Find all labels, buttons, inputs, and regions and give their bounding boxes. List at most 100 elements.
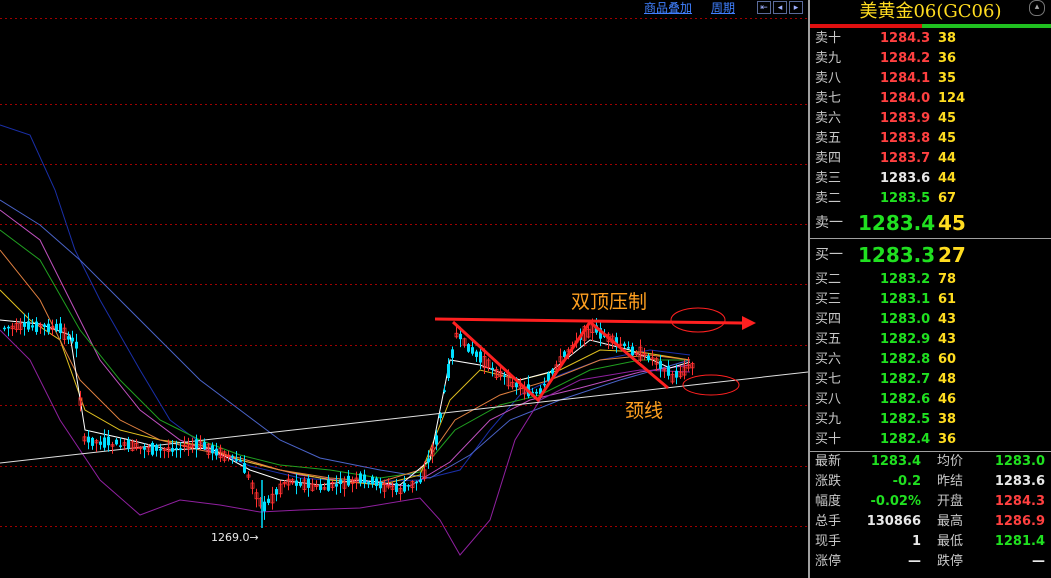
scroll-left-icon[interactable]: ◂ — [773, 1, 787, 14]
ask-row[interactable]: 卖九 1284.2 36 — [810, 49, 1051, 69]
candle-body — [447, 364, 450, 379]
close-icon[interactable]: ▴ — [1029, 0, 1045, 16]
candle-body — [443, 390, 446, 392]
stat-value: -0.2 — [892, 474, 921, 489]
bid-row[interactable]: 买六 1282.8 60 — [810, 350, 1051, 370]
ask-row[interactable]: 卖四 1283.7 44 — [810, 149, 1051, 169]
kline-chart-area[interactable]: 1269.0→ 双顶压制 颈线 商品叠加 周期 ⇤ ◂ ▸ — [0, 0, 808, 578]
ask-volume: 67 — [938, 191, 957, 206]
ask-row[interactable]: 卖八 1284.1 35 — [810, 69, 1051, 89]
ask-price: 1283.5 — [880, 191, 931, 206]
candle-body — [155, 444, 158, 451]
ask-row[interactable]: 卖三 1283.6 44 — [810, 169, 1051, 189]
annotation-double-top: 双顶压制 — [571, 291, 647, 313]
bid-row[interactable]: 买八 1282.6 46 — [810, 390, 1051, 410]
stat-label: 涨停 — [815, 554, 842, 569]
candle-body — [479, 351, 482, 363]
bid-volume: 78 — [938, 272, 957, 287]
bid-row[interactable]: 买一 1283.3 27 — [810, 242, 1051, 268]
candle-body — [427, 458, 430, 463]
bid-volume: 27 — [938, 243, 966, 267]
overlay-button[interactable]: 商品叠加 — [644, 0, 692, 16]
candle-body — [27, 321, 30, 330]
candle-body — [395, 483, 398, 493]
candle-body — [543, 383, 546, 386]
candle-body — [179, 448, 182, 451]
ask-row[interactable]: 卖五 1283.8 45 — [810, 129, 1051, 149]
candle-body — [71, 337, 74, 342]
ask-volume: 45 — [938, 111, 957, 126]
bid-volume: 36 — [938, 432, 957, 447]
candle-body — [339, 479, 342, 485]
stat-value: 1283.6 — [994, 474, 1045, 489]
candle-body — [363, 474, 366, 484]
ask-volume: 124 — [938, 91, 966, 106]
stats-row: 涨停 — 跌停 — — [810, 552, 1051, 572]
stat-value: 1284.3 — [994, 494, 1045, 509]
stat-value: -0.02% — [870, 494, 922, 509]
scroll-right-icon[interactable]: ▸ — [789, 1, 803, 14]
ask-label: 卖七 — [815, 91, 842, 106]
ask-price: 1283.4 — [858, 211, 936, 235]
candle-body — [471, 347, 474, 354]
kline-chart[interactable]: 1269.0→ 双顶压制颈线 — [0, 0, 808, 578]
candle-body — [275, 489, 278, 495]
ask-label: 卖一 — [815, 215, 843, 231]
bid-label: 买四 — [815, 312, 842, 327]
candle-body — [99, 441, 102, 445]
ask-row[interactable]: 卖六 1283.9 45 — [810, 109, 1051, 129]
buy-strength-bar — [922, 24, 1051, 28]
bid-label: 买一 — [815, 247, 843, 263]
ask-label: 卖二 — [815, 191, 842, 206]
candle-body — [647, 355, 650, 360]
ma-line-7 — [0, 319, 691, 486]
candle-body — [435, 435, 438, 445]
candle-body — [551, 369, 554, 374]
bid-volume: 60 — [938, 352, 957, 367]
candle-body — [375, 478, 378, 486]
candle-body — [3, 327, 6, 330]
candle-body — [103, 437, 106, 448]
bid-row[interactable]: 买九 1282.5 38 — [810, 410, 1051, 430]
bid-volume: 38 — [938, 412, 957, 427]
bid-row[interactable]: 买五 1282.9 43 — [810, 330, 1051, 350]
candle-body — [367, 482, 370, 485]
bid-volume: 43 — [938, 332, 957, 347]
contract-title: 美黄金06(GC06) — [859, 1, 1002, 22]
candle-body — [195, 439, 198, 449]
ask-label: 卖十 — [815, 31, 842, 46]
ask-row[interactable]: 卖十 1284.3 38 — [810, 29, 1051, 49]
period-button[interactable]: 周期 — [711, 0, 735, 16]
candle-body — [55, 323, 58, 331]
bid-label: 买三 — [815, 292, 842, 307]
bid-label: 买六 — [815, 352, 842, 367]
bid-volume: 61 — [938, 292, 957, 307]
bid-row[interactable]: 买二 1283.2 78 — [810, 270, 1051, 290]
bid-row[interactable]: 买四 1283.0 43 — [810, 310, 1051, 330]
candle-body — [159, 449, 162, 451]
ask-row[interactable]: 卖一 1283.4 45 — [810, 210, 1051, 236]
candle-body — [35, 321, 38, 332]
candle-body — [115, 439, 118, 445]
bid-row[interactable]: 买三 1283.1 61 — [810, 290, 1051, 310]
bid-row[interactable]: 买十 1282.4 36 — [810, 430, 1051, 450]
candle-body — [503, 375, 506, 377]
candle-body — [515, 382, 518, 388]
stat-label: 最低 — [937, 534, 964, 549]
stat-label: 最高 — [937, 514, 964, 529]
resistance-arrow-line — [434, 317, 743, 325]
candle-body — [143, 447, 146, 450]
ask-row[interactable]: 卖二 1283.5 67 — [810, 189, 1051, 209]
candle-body — [467, 344, 470, 352]
zoom-out-icon[interactable]: ⇤ — [757, 1, 771, 14]
ask-row[interactable]: 卖七 1284.0 124 — [810, 89, 1051, 109]
bid-row[interactable]: 买七 1282.7 48 — [810, 370, 1051, 390]
ask-price: 1283.6 — [880, 171, 931, 186]
candle-body — [171, 448, 174, 452]
ask-price: 1283.8 — [880, 131, 931, 146]
candle-body — [407, 485, 410, 487]
ask-label: 卖六 — [815, 111, 842, 126]
resistance-ellipse — [670, 307, 726, 333]
stat-label: 最新 — [815, 454, 842, 469]
candle-body — [459, 333, 462, 340]
